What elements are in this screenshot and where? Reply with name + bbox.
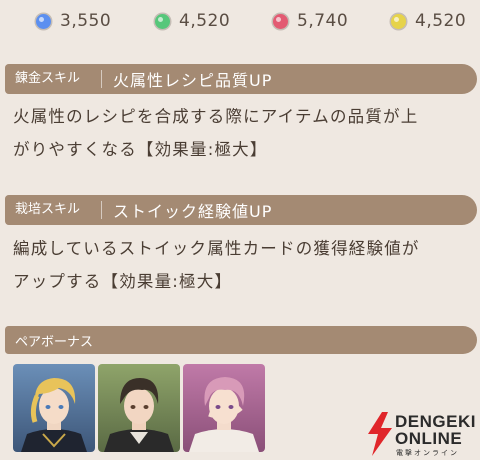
red-gem-icon bbox=[273, 13, 288, 29]
green-gem-icon bbox=[155, 13, 170, 29]
character-portrait-pink-hair bbox=[183, 364, 265, 452]
description-line: がりやすくなる【効果量:極大】 bbox=[13, 140, 268, 159]
yellow-gem-icon bbox=[391, 13, 406, 29]
currency-bar: 3,550 4,520 5,740 4,520 bbox=[0, 8, 480, 34]
character-portrait-blonde bbox=[13, 364, 95, 452]
description-line: 編成しているストイック属性カードの獲得経験値が bbox=[13, 239, 420, 258]
currency-yellow: 4,520 bbox=[391, 8, 466, 34]
character-card-pink-hair[interactable] bbox=[183, 364, 265, 452]
skill-name: ストイック経験値UP bbox=[113, 202, 273, 221]
skill-header-cultivation: 栽培スキル ストイック経験値UP bbox=[5, 195, 477, 225]
character-card-blonde[interactable] bbox=[13, 364, 95, 452]
lightning-bolt-icon bbox=[368, 412, 392, 456]
watermark-line3: 電撃オンライン bbox=[396, 449, 459, 457]
watermark-line2: ONLINE bbox=[395, 429, 463, 448]
pair-bonus-header: ペアボーナス bbox=[5, 326, 477, 354]
character-card-dark-hair[interactable] bbox=[98, 364, 180, 452]
dengeki-online-watermark: DENGEKI ONLINE 電撃オンライン bbox=[366, 410, 478, 458]
currency-blue: 3,550 bbox=[36, 8, 111, 34]
skill-name: 火属性レシピ品質UP bbox=[113, 71, 273, 90]
skill-description-cultivation: 編成しているストイック属性カードの獲得経験値が アップする【効果量:極大】 bbox=[13, 232, 473, 298]
pair-bonus-label: ペアボーナス bbox=[15, 334, 94, 350]
currency-green-value: 4,520 bbox=[179, 11, 231, 31]
currency-yellow-value: 4,520 bbox=[415, 11, 467, 31]
skill-type-label: 錬金スキル bbox=[5, 70, 102, 88]
blue-gem-icon bbox=[36, 13, 51, 29]
skill-header-alchemy: 錬金スキル 火属性レシピ品質UP bbox=[5, 64, 477, 94]
currency-red-value: 5,740 bbox=[297, 11, 349, 31]
currency-red: 5,740 bbox=[273, 8, 348, 34]
description-line: 火属性のレシピを合成する際にアイテムの品質が上 bbox=[13, 107, 419, 126]
description-line: アップする【効果量:極大】 bbox=[13, 272, 233, 291]
character-portrait-dark-hair bbox=[98, 364, 180, 452]
currency-blue-value: 3,550 bbox=[60, 11, 112, 31]
skill-description-alchemy: 火属性のレシピを合成する際にアイテムの品質が上 がりやすくなる【効果量:極大】 bbox=[13, 100, 473, 166]
skill-type-label: 栽培スキル bbox=[5, 201, 102, 219]
currency-green: 4,520 bbox=[155, 8, 230, 34]
